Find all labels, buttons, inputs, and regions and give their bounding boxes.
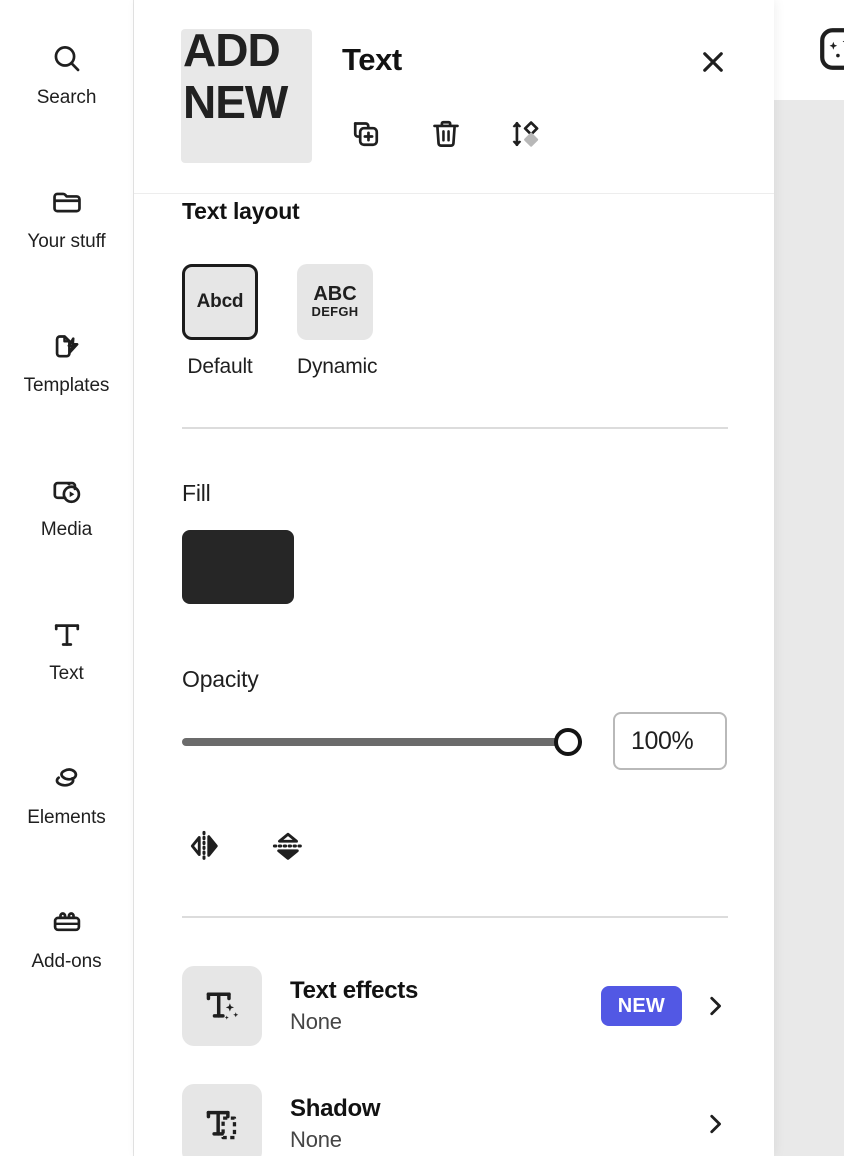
delete-button[interactable] bbox=[422, 112, 470, 160]
media-icon bbox=[48, 472, 86, 510]
page-title: Text bbox=[342, 42, 402, 77]
text-effects-name: Text effects bbox=[290, 976, 419, 1004]
templates-icon bbox=[48, 328, 86, 366]
opacity-title: Opacity bbox=[182, 666, 259, 692]
duplicate-button[interactable] bbox=[342, 112, 390, 160]
shadow-row[interactable]: Shadow None bbox=[182, 1084, 728, 1156]
opacity-slider-thumb[interactable] bbox=[554, 728, 582, 756]
arrange-button[interactable] bbox=[502, 112, 550, 160]
sidebar-item-label: Your stuff bbox=[27, 231, 106, 252]
status-badge: NEW bbox=[600, 986, 682, 1026]
selection-thumbnail-text: ADD NEW bbox=[183, 29, 288, 128]
flip-horizontal-button[interactable] bbox=[178, 822, 230, 874]
text-layout-label: Default bbox=[187, 355, 253, 378]
text-effects-value: None bbox=[290, 1008, 342, 1034]
elements-icon bbox=[48, 760, 86, 798]
shadow-value: None bbox=[290, 1126, 342, 1152]
text-effects-row[interactable]: Text effects None NEW bbox=[182, 966, 728, 1046]
selection-thumbnail: ADD NEW bbox=[181, 29, 312, 163]
text-effects-icon bbox=[182, 966, 262, 1046]
sidebar-item-label: Text bbox=[49, 663, 84, 684]
folder-icon bbox=[48, 184, 86, 222]
sidebar-item-templates[interactable]: Templates bbox=[0, 328, 133, 395]
text-layout-title: Text layout bbox=[182, 198, 300, 224]
shadow-text: Shadow None bbox=[290, 1094, 682, 1155]
panel-body: Text layout Abcd Default ABC DEFGH Dynam… bbox=[134, 194, 774, 1156]
chevron-right-icon[interactable] bbox=[702, 1111, 728, 1137]
arrange-layers-icon bbox=[509, 117, 543, 156]
shadow-name: Shadow bbox=[290, 1094, 381, 1122]
sidebar-item-label: Search bbox=[36, 87, 97, 108]
opacity-slider-track bbox=[182, 738, 582, 746]
sidebar-item-search[interactable]: Search bbox=[0, 40, 133, 107]
close-button[interactable] bbox=[690, 41, 736, 87]
text-layout-preview-default: Abcd bbox=[182, 264, 258, 340]
text-layout-preview-line1: ABC bbox=[313, 282, 357, 305]
text-layout-preview-dynamic: ABC DEFGH bbox=[297, 264, 373, 340]
properties-panel: ADD NEW Text Text layout Abcd Default AB… bbox=[134, 0, 774, 1156]
text-layout-preview-line2: DEFGH bbox=[311, 303, 359, 319]
sidebar-item-label: Templates bbox=[23, 375, 110, 396]
fill-color-swatch[interactable] bbox=[182, 530, 294, 604]
transform-buttons bbox=[178, 822, 314, 874]
flip-vertical-icon bbox=[269, 827, 307, 870]
flip-vertical-button[interactable] bbox=[262, 822, 314, 874]
text-layout-option-dynamic[interactable]: ABC DEFGH Dynamic bbox=[297, 264, 378, 379]
text-layout-preview-line1: Abcd bbox=[196, 291, 244, 312]
sidebar-item-label: Add-ons bbox=[31, 951, 102, 972]
search-icon bbox=[48, 40, 86, 78]
text-layout-label: Dynamic bbox=[297, 355, 378, 378]
addons-icon bbox=[48, 904, 86, 942]
text-layout-option-default[interactable]: Abcd Default bbox=[182, 264, 258, 379]
trash-icon bbox=[429, 117, 463, 156]
left-sidebar: Search Your stuff Templates Media Text E… bbox=[0, 0, 134, 1156]
divider bbox=[182, 427, 728, 429]
opacity-value: 100% bbox=[631, 726, 694, 755]
canvas-area[interactable] bbox=[774, 0, 844, 1156]
header-actions bbox=[342, 112, 550, 160]
sidebar-item-elements[interactable]: Elements bbox=[0, 760, 133, 827]
opacity-slider[interactable] bbox=[182, 722, 582, 762]
sidebar-item-text[interactable]: Text bbox=[0, 616, 133, 683]
sidebar-item-media[interactable]: Media bbox=[0, 472, 133, 539]
sidebar-item-label: Elements bbox=[27, 807, 106, 828]
fill-title: Fill bbox=[182, 480, 211, 506]
text-effects-text: Text effects None bbox=[290, 976, 601, 1037]
generative-ai-icon[interactable] bbox=[818, 26, 844, 72]
divider bbox=[182, 916, 728, 918]
flip-horizontal-icon bbox=[185, 827, 223, 870]
chevron-right-icon[interactable] bbox=[702, 993, 728, 1019]
duplicate-icon bbox=[349, 117, 383, 156]
sidebar-item-label: Media bbox=[40, 519, 93, 540]
sidebar-item-add-ons[interactable]: Add-ons bbox=[0, 904, 133, 971]
panel-header: ADD NEW Text bbox=[134, 0, 774, 194]
sidebar-item-your-stuff[interactable]: Your stuff bbox=[0, 184, 133, 251]
close-icon bbox=[698, 47, 728, 82]
text-shadow-icon bbox=[182, 1084, 262, 1156]
opacity-input[interactable]: 100% bbox=[613, 712, 727, 770]
text-icon bbox=[48, 616, 86, 654]
